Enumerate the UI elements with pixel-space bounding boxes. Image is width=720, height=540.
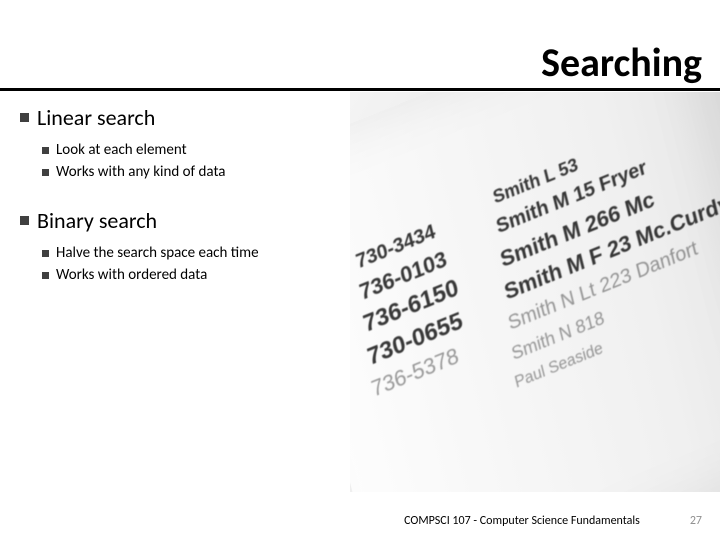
title-underline [0, 88, 720, 91]
square-bullet-icon [20, 113, 29, 122]
square-bullet-icon [42, 272, 49, 279]
sub-item: Works with ordered data [42, 266, 350, 284]
square-bullet-icon [42, 250, 49, 257]
footer-page-number: 27 [690, 514, 702, 528]
slide-title: Searching [541, 38, 702, 87]
sub-item-text: Works with ordered data [56, 266, 207, 284]
sub-item-text: Works with any kind of data [56, 163, 225, 181]
sub-item-text: Halve the search space each time [56, 244, 259, 262]
footer: COMPSCI 107 - Computer Science Fundament… [0, 514, 720, 528]
square-bullet-icon [42, 169, 49, 176]
section-heading-text: Binary search [37, 207, 157, 234]
sub-item: Works with any kind of data [42, 163, 350, 181]
sub-item-text: Look at each element [56, 141, 187, 159]
section-heading: Linear search [20, 104, 350, 131]
section-heading: Binary search [20, 207, 350, 234]
content-area: Linear search Look at each element Works… [20, 104, 350, 310]
sub-item: Halve the search space each time [42, 244, 350, 262]
section-heading-text: Linear search [37, 104, 155, 131]
footer-course: COMPSCI 107 - Computer Science Fundament… [404, 514, 640, 528]
sub-item: Look at each element [42, 141, 350, 159]
square-bullet-icon [42, 147, 49, 154]
square-bullet-icon [20, 216, 29, 225]
phonebook-image: 730-3434736-0103736-6150730-0655736-5378… [350, 92, 720, 492]
